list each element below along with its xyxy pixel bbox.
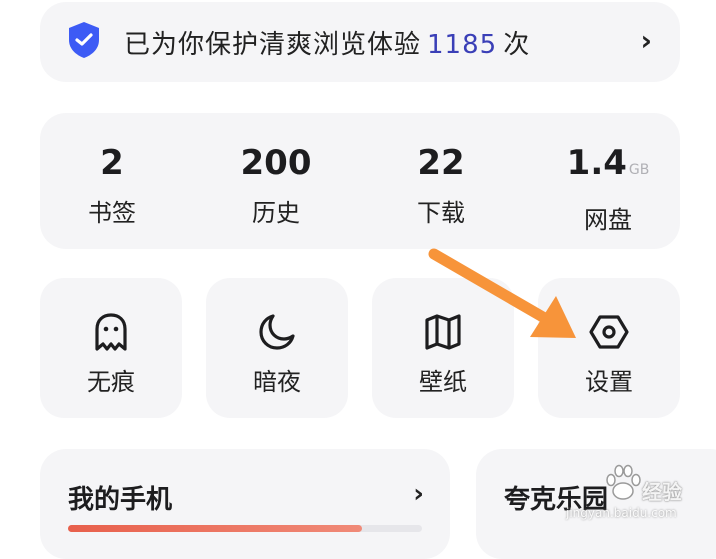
stat-bookmarks-label: 书签: [88, 199, 136, 227]
protection-text: 已为你保护清爽浏览体验 1185 次: [124, 24, 530, 61]
tool-incognito[interactable]: 无痕: [40, 278, 182, 418]
watermark-brand: 经验: [642, 480, 682, 504]
tool-dark-mode-label: 暗夜: [253, 368, 301, 396]
paw-logo-icon: [600, 460, 646, 506]
stat-cloud-drive[interactable]: 1.4 GB 网盘: [538, 143, 678, 235]
shield-icon: [66, 20, 102, 60]
storage-progress-bar: [68, 525, 422, 532]
moon-icon: [256, 311, 298, 353]
watermark-url: jingyan.baidu.com: [566, 506, 677, 520]
chevron-right-icon: ›: [413, 479, 424, 509]
tool-settings[interactable]: 设置: [538, 278, 680, 418]
protection-count: 1185: [427, 30, 498, 60]
stat-downloads-value: 22: [417, 143, 465, 183]
protection-banner[interactable]: 已为你保护清爽浏览体验 1185 次 ›: [40, 2, 680, 82]
protection-prefix: 已为你保护清爽浏览体验: [124, 30, 422, 60]
baidu-jingyan-watermark: 经验 jingyan.baidu.com: [560, 458, 710, 528]
stat-bookmarks[interactable]: 2 书签: [42, 143, 182, 228]
protection-suffix: 次: [503, 30, 531, 60]
chevron-right-icon: ›: [640, 24, 652, 57]
stat-downloads-label: 下载: [417, 199, 465, 227]
stats-card: 2 书签 200 历史 22 下载 1.4 GB 网盘: [40, 113, 680, 249]
stat-history[interactable]: 200 历史: [206, 143, 346, 228]
my-phone-card[interactable]: 我的手机 ›: [40, 449, 450, 559]
tool-dark-mode[interactable]: 暗夜: [206, 278, 348, 418]
ghost-icon: [90, 311, 132, 353]
tool-settings-label: 设置: [585, 368, 633, 396]
stat-cloud-drive-value: 1.4: [566, 143, 627, 183]
stat-downloads[interactable]: 22 下载: [371, 143, 511, 228]
my-phone-title: 我的手机: [68, 485, 173, 515]
stat-cloud-drive-label: 网盘: [584, 206, 632, 234]
tool-wallpaper-label: 壁纸: [419, 368, 467, 396]
wallpaper-book-icon: [422, 311, 464, 353]
stat-history-label: 历史: [252, 199, 300, 227]
tool-incognito-label: 无痕: [87, 368, 135, 396]
tool-wallpaper[interactable]: 壁纸: [372, 278, 514, 418]
settings-hexagon-icon: [588, 311, 630, 353]
storage-progress-fill: [68, 525, 362, 532]
stat-cloud-drive-unit: GB: [628, 162, 650, 178]
stat-bookmarks-value: 2: [100, 143, 124, 183]
stat-history-value: 200: [240, 143, 312, 183]
